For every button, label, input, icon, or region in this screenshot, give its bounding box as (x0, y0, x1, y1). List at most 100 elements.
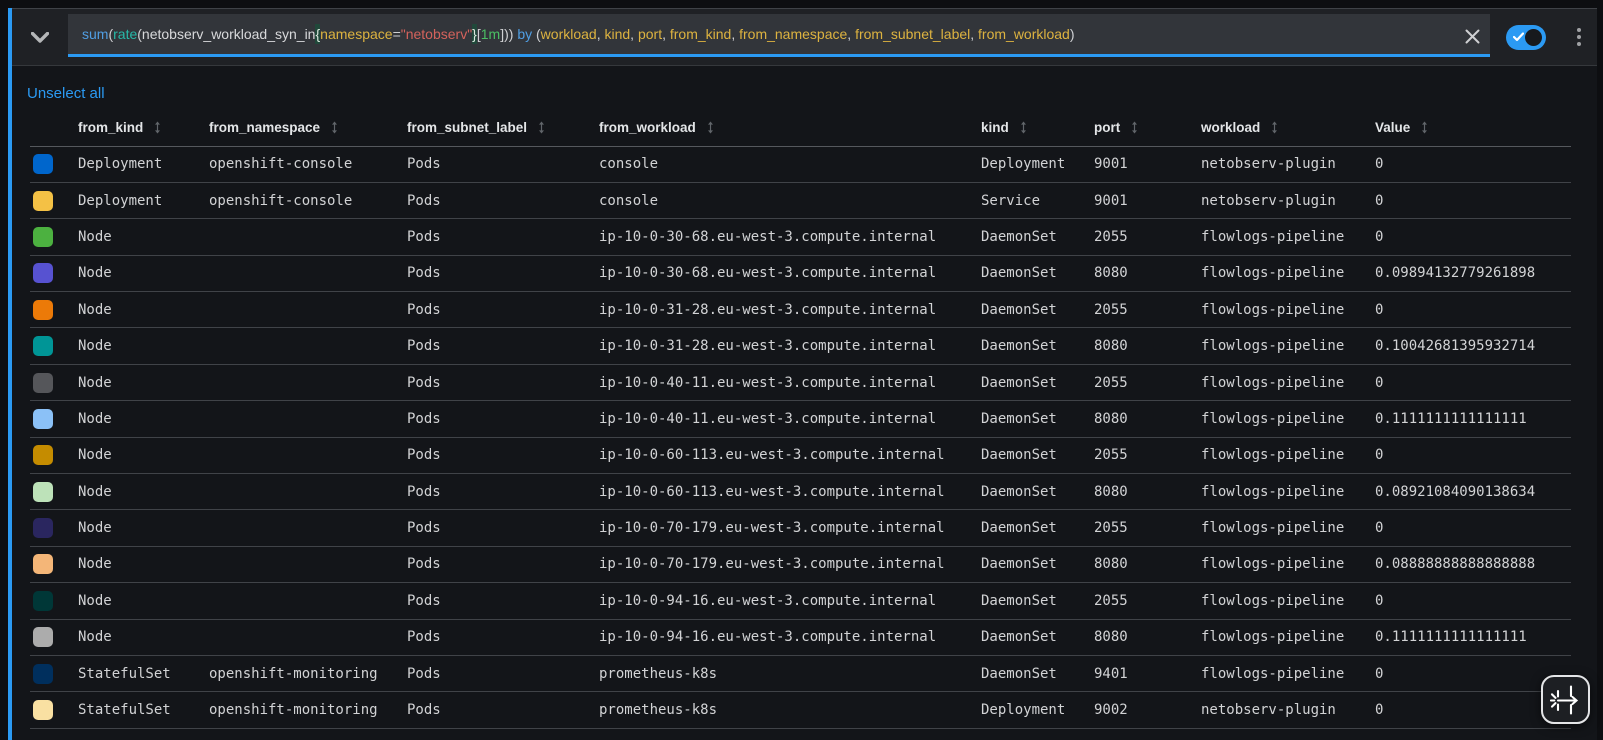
series-color-swatch[interactable] (33, 627, 53, 648)
sort-icon[interactable] (1020, 121, 1027, 134)
table-cell: netobserv-plugin (1201, 702, 1336, 719)
series-color-swatch[interactable] (33, 336, 53, 357)
series-color-swatch[interactable] (33, 518, 53, 539)
table-cell: 2055 (1094, 228, 1128, 245)
table-cell: DaemonSet (981, 520, 1057, 537)
table-cell: 8080 (1094, 338, 1128, 355)
clear-query-button[interactable] (1461, 25, 1483, 47)
series-color-swatch[interactable] (33, 663, 53, 684)
series-color-swatch[interactable] (33, 445, 53, 466)
column-header-from_namespace[interactable]: from_namespace (209, 110, 407, 146)
sort-icon[interactable] (1131, 121, 1138, 134)
table-cell: 2055 (1094, 301, 1128, 318)
query-token-plain: ) (1069, 26, 1075, 42)
table-cell (209, 292, 407, 327)
table-cell: Node (78, 629, 112, 646)
query-token-plain: ])) (500, 26, 518, 42)
query-token-label: from_workload (978, 26, 1070, 42)
table-cell: ip-10-0-40-11.eu-west-3.compute.internal (599, 410, 937, 427)
column-header-from_kind[interactable]: from_kind (78, 110, 209, 146)
table-cell (209, 474, 407, 509)
series-color-swatch[interactable] (33, 700, 53, 721)
table-cell: netobserv-plugin (1201, 156, 1336, 173)
query-token-plain: , (731, 26, 740, 42)
table-cell: Node (78, 374, 112, 391)
collapse-query-button[interactable] (12, 9, 68, 65)
sort-icon[interactable] (1271, 121, 1278, 134)
table-cell: 9001 (1094, 192, 1128, 209)
table-cell: 8080 (1094, 629, 1128, 646)
table-cell (209, 510, 407, 545)
table-cell: openshift-monitoring (209, 665, 378, 682)
query-kebab-menu-button[interactable] (1560, 17, 1598, 57)
table-cell: 0.08888888888888888 (1375, 556, 1536, 573)
table-cell: flowlogs-pipeline (1201, 556, 1345, 573)
unselect-all-link[interactable]: Unselect all (27, 85, 105, 102)
series-color-swatch[interactable] (33, 372, 53, 393)
series-color-swatch[interactable] (33, 263, 53, 284)
table-cell (209, 547, 407, 582)
table-cell: Node (78, 265, 112, 282)
column-header-Value[interactable]: Value (1375, 110, 1571, 146)
column-header-from_workload[interactable]: from_workload (599, 110, 981, 146)
enable-query-switch[interactable] (1506, 25, 1546, 50)
table-cell: DaemonSet (981, 228, 1057, 245)
column-header-from_subnet_label[interactable]: from_subnet_label (407, 110, 599, 146)
query-token-label: from_kind (669, 26, 732, 42)
table-cell: netobserv-plugin (1201, 192, 1336, 209)
series-color-swatch[interactable] (33, 226, 53, 247)
table-cell (209, 620, 407, 655)
table-row: Node Pods ip-10-0-60-113.eu-west-3.compute… (30, 438, 1571, 475)
table-cell: 2055 (1094, 374, 1128, 391)
table-row: Node Pods ip-10-0-40-11.eu-west-3.compute.… (30, 365, 1571, 402)
table-cell: ip-10-0-30-68.eu-west-3.compute.internal (599, 228, 937, 245)
table-cell: ip-10-0-70-179.eu-west-3.compute.interna… (599, 520, 945, 537)
table-cell: Pods (407, 447, 441, 464)
series-color-swatch[interactable] (33, 590, 53, 611)
sort-icon[interactable] (1421, 121, 1428, 134)
promql-expression-input[interactable]: sum(rate(netobserv_workload_syn_in{names… (68, 14, 1490, 57)
table-cell: 0 (1375, 374, 1384, 391)
table-cell: flowlogs-pipeline (1201, 520, 1345, 537)
table-cell: DaemonSet (981, 410, 1057, 427)
series-color-swatch[interactable] (33, 481, 53, 502)
table-cell: prometheus-k8s (599, 702, 718, 719)
table-cell: 9002 (1094, 702, 1128, 719)
table-cell: ip-10-0-70-179.eu-west-3.compute.interna… (599, 556, 945, 573)
table-cell: Node (78, 410, 112, 427)
table-cell: Pods (407, 665, 441, 682)
query-token-plain: , (970, 26, 979, 42)
column-header-port[interactable]: port (1094, 110, 1201, 146)
table-row: Deployment openshift-console Pods console De… (30, 147, 1571, 183)
series-color-swatch[interactable] (33, 408, 53, 429)
table-cell: 0 (1375, 447, 1384, 464)
table-cell: Pods (407, 629, 441, 646)
table-cell: DaemonSet (981, 556, 1057, 573)
table-cell: Deployment (78, 192, 163, 209)
query-results: Unselect all from_kind from_namespace from… (12, 66, 1597, 740)
table-cell: 8080 (1094, 556, 1128, 573)
series-color-swatch[interactable] (33, 554, 53, 575)
table-cell: Node (78, 338, 112, 355)
table-cell: console (599, 156, 659, 173)
sort-icon[interactable] (154, 121, 161, 134)
table-cell (209, 365, 407, 400)
automation-cursor-button[interactable] (1541, 675, 1590, 724)
table-body: Deployment openshift-console Pods console De… (30, 147, 1571, 729)
sort-icon[interactable] (707, 121, 714, 134)
query-token-plain: , (662, 26, 670, 42)
column-header-workload[interactable]: workload (1201, 110, 1375, 146)
table-cell: Service (981, 192, 1041, 209)
table-cell: prometheus-k8s (599, 665, 718, 682)
table-row: StatefulSet openshift-monitoring Pods prome… (30, 692, 1571, 729)
series-color-swatch[interactable] (33, 154, 53, 175)
query-token-function: rate (113, 26, 138, 42)
series-color-swatch[interactable] (33, 190, 53, 211)
table-cell: 2055 (1094, 520, 1128, 537)
sort-icon[interactable] (331, 121, 338, 134)
table-cell: 8080 (1094, 410, 1128, 427)
series-color-swatch[interactable] (33, 299, 53, 320)
table-cell: Deployment (981, 702, 1066, 719)
column-header-kind[interactable]: kind (981, 110, 1094, 146)
sort-icon[interactable] (538, 121, 545, 134)
